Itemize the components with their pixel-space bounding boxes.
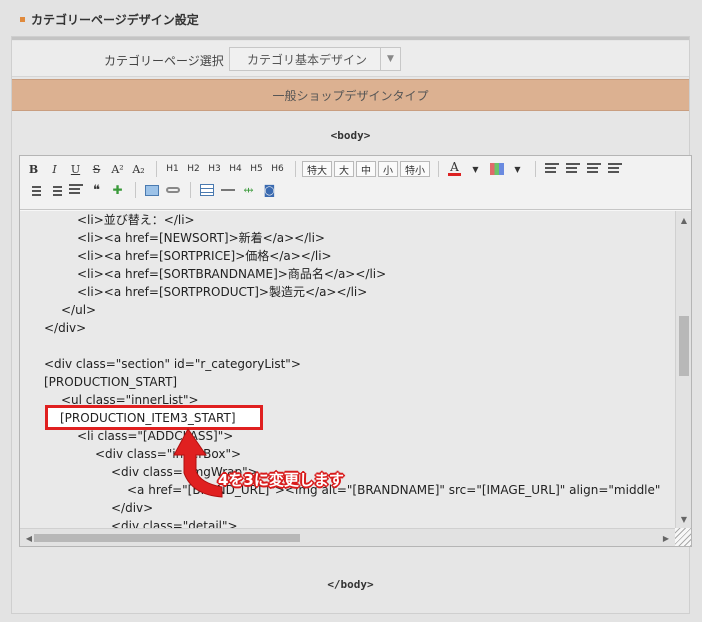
toolbar-separator: [190, 182, 191, 198]
code-line: <li><a href=[SORTPRICE]>価格</a></li>: [77, 249, 332, 263]
italic-button[interactable]: I: [45, 160, 64, 179]
dropdown-arrow-icon[interactable]: ▼: [380, 48, 400, 70]
indent-button[interactable]: [66, 181, 85, 200]
align-left-button[interactable]: [542, 160, 561, 179]
toolbar-row-2: ❝ ✚ ⇹ ◙: [24, 180, 281, 200]
design-settings-panel: カテゴリーページ選択 カテゴリ基本デザイン ▼ 一般ショップデザインタイプ <b…: [11, 36, 692, 614]
table-icon: [199, 184, 214, 196]
code-line: <li><a href=[SORTPRODUCT]>製造元</a></li>: [77, 285, 368, 299]
numbered-list-icon: [48, 184, 62, 196]
align-right-icon: [586, 163, 601, 175]
align-justify-icon: [607, 163, 622, 175]
code-line: <li><a href=[SORTBRANDNAME]>商品名</a></li>: [77, 267, 387, 281]
size-xl-button[interactable]: 特大: [302, 161, 332, 177]
size-xs-button[interactable]: 特小: [400, 161, 430, 177]
category-select-label: カテゴリーページ選択: [104, 54, 224, 68]
align-justify-button[interactable]: [605, 160, 624, 179]
code-line: <li><a href=[NEWSORT]>新着</a></li>: [77, 231, 325, 245]
bold-button[interactable]: B: [24, 160, 43, 179]
horizontal-scrollbar[interactable]: ◀ ▶: [20, 528, 675, 546]
category-select-row: カテゴリーページ選択 カテゴリ基本デザイン ▼: [12, 41, 689, 77]
insert-image-button[interactable]: [142, 181, 161, 200]
toolbar-separator: [535, 161, 536, 177]
editor-toolbar: B I U S A² A₂ H1 H2 H3 H4 H5 H6 特大 大 中 小…: [20, 156, 691, 210]
underline-button[interactable]: U: [66, 160, 85, 179]
heading-h4-button[interactable]: H4: [226, 160, 245, 179]
panel-top-border: [12, 37, 689, 40]
strikethrough-button[interactable]: S: [87, 160, 106, 179]
insert-link-button[interactable]: [163, 181, 182, 200]
shop-design-type-band: 一般ショップデザインタイプ: [12, 79, 689, 111]
size-l-button[interactable]: 大: [334, 161, 354, 177]
align-center-icon: [565, 163, 580, 175]
code-line: </div>: [111, 501, 154, 515]
align-left-icon: [544, 163, 559, 175]
bullet-list-icon: [27, 184, 41, 196]
shop-design-type-label: 一般ショップデザインタイプ: [272, 88, 429, 103]
align-center-button[interactable]: [563, 160, 582, 179]
bullet-list-button[interactable]: [24, 181, 43, 200]
section-title: カテゴリーページデザイン設定: [20, 10, 199, 28]
section-title-text: カテゴリーページデザイン設定: [31, 12, 199, 27]
size-m-button[interactable]: 中: [356, 161, 376, 177]
link-icon: [165, 187, 180, 193]
code-line: </div>: [44, 321, 87, 335]
scroll-up-icon[interactable]: ▲: [676, 213, 692, 227]
insert-table-button[interactable]: [197, 181, 216, 200]
split-button[interactable]: ⇹: [239, 181, 258, 200]
indent-icon: [68, 184, 83, 196]
superscript-button[interactable]: A²: [108, 160, 127, 179]
resize-grip-icon[interactable]: [675, 528, 691, 546]
highlighted-code-text: [PRODUCTION_ITEM3_START]: [60, 410, 236, 425]
horizontal-rule-icon: [220, 189, 235, 191]
code-line: [PRODUCTION_START]: [44, 375, 178, 389]
html-editor: B I U S A² A₂ H1 H2 H3 H4 H5 H6 特大 大 中 小…: [19, 155, 692, 547]
bullet-icon: [20, 16, 25, 22]
blockquote-button[interactable]: ❝: [87, 181, 106, 200]
code-line: </ul>: [61, 303, 97, 317]
heading-h2-button[interactable]: H2: [184, 160, 203, 179]
toolbar-separator: [156, 161, 157, 177]
heading-h6-button[interactable]: H6: [268, 160, 287, 179]
horizontal-rule-button[interactable]: [218, 181, 237, 200]
source-button[interactable]: ◙: [260, 181, 279, 200]
toolbar-separator: [295, 161, 296, 177]
horizontal-scroll-thumb[interactable]: [34, 534, 300, 542]
insert-div-button[interactable]: ✚: [108, 181, 127, 200]
category-select-dropdown[interactable]: カテゴリ基本デザイン ▼: [229, 47, 401, 71]
font-color-icon: A: [448, 160, 461, 176]
numbered-list-button[interactable]: [45, 181, 64, 200]
annotation-arrow-icon: [173, 428, 223, 498]
size-s-button[interactable]: 小: [378, 161, 398, 177]
bg-color-button[interactable]: [487, 160, 506, 179]
annotation-text: 4を3に変更します: [218, 471, 344, 489]
heading-h3-button[interactable]: H3: [205, 160, 224, 179]
vertical-scrollbar[interactable]: ▲ ▼: [675, 211, 691, 528]
code-line: <div class="detail">: [111, 519, 238, 528]
bg-color-icon: [489, 163, 504, 175]
code-line: <div class="section" id="r_categoryList"…: [44, 357, 301, 371]
toolbar-separator: [135, 182, 136, 198]
font-color-dropdown-icon[interactable]: ▼: [466, 160, 485, 179]
heading-h1-button[interactable]: H1: [163, 160, 182, 179]
highlighted-code-line: [PRODUCTION_ITEM3_START]: [45, 405, 263, 430]
toolbar-separator: [438, 161, 439, 177]
toolbar-row-1: B I U S A² A₂ H1 H2 H3 H4 H5 H6 特大 大 中 小…: [24, 159, 626, 179]
body-close-tag: </body>: [327, 578, 374, 591]
bg-color-dropdown-icon[interactable]: ▼: [508, 160, 527, 179]
subscript-button[interactable]: A₂: [129, 160, 148, 179]
font-color-button[interactable]: A: [445, 160, 464, 179]
category-select-value: カテゴリ基本デザイン: [246, 52, 367, 67]
scroll-down-icon[interactable]: ▼: [676, 512, 692, 526]
vertical-scroll-thumb[interactable]: [679, 316, 689, 376]
body-open-tag: <body>: [330, 129, 371, 142]
heading-h5-button[interactable]: H5: [247, 160, 266, 179]
image-icon: [144, 184, 159, 196]
align-right-button[interactable]: [584, 160, 603, 179]
code-textarea[interactable]: <li>並び替え：</li> <li><a href=[NEWSORT]>新着<…: [20, 211, 675, 528]
code-line: <li>並び替え：</li>: [77, 213, 195, 227]
scroll-right-icon[interactable]: ▶: [659, 529, 673, 547]
